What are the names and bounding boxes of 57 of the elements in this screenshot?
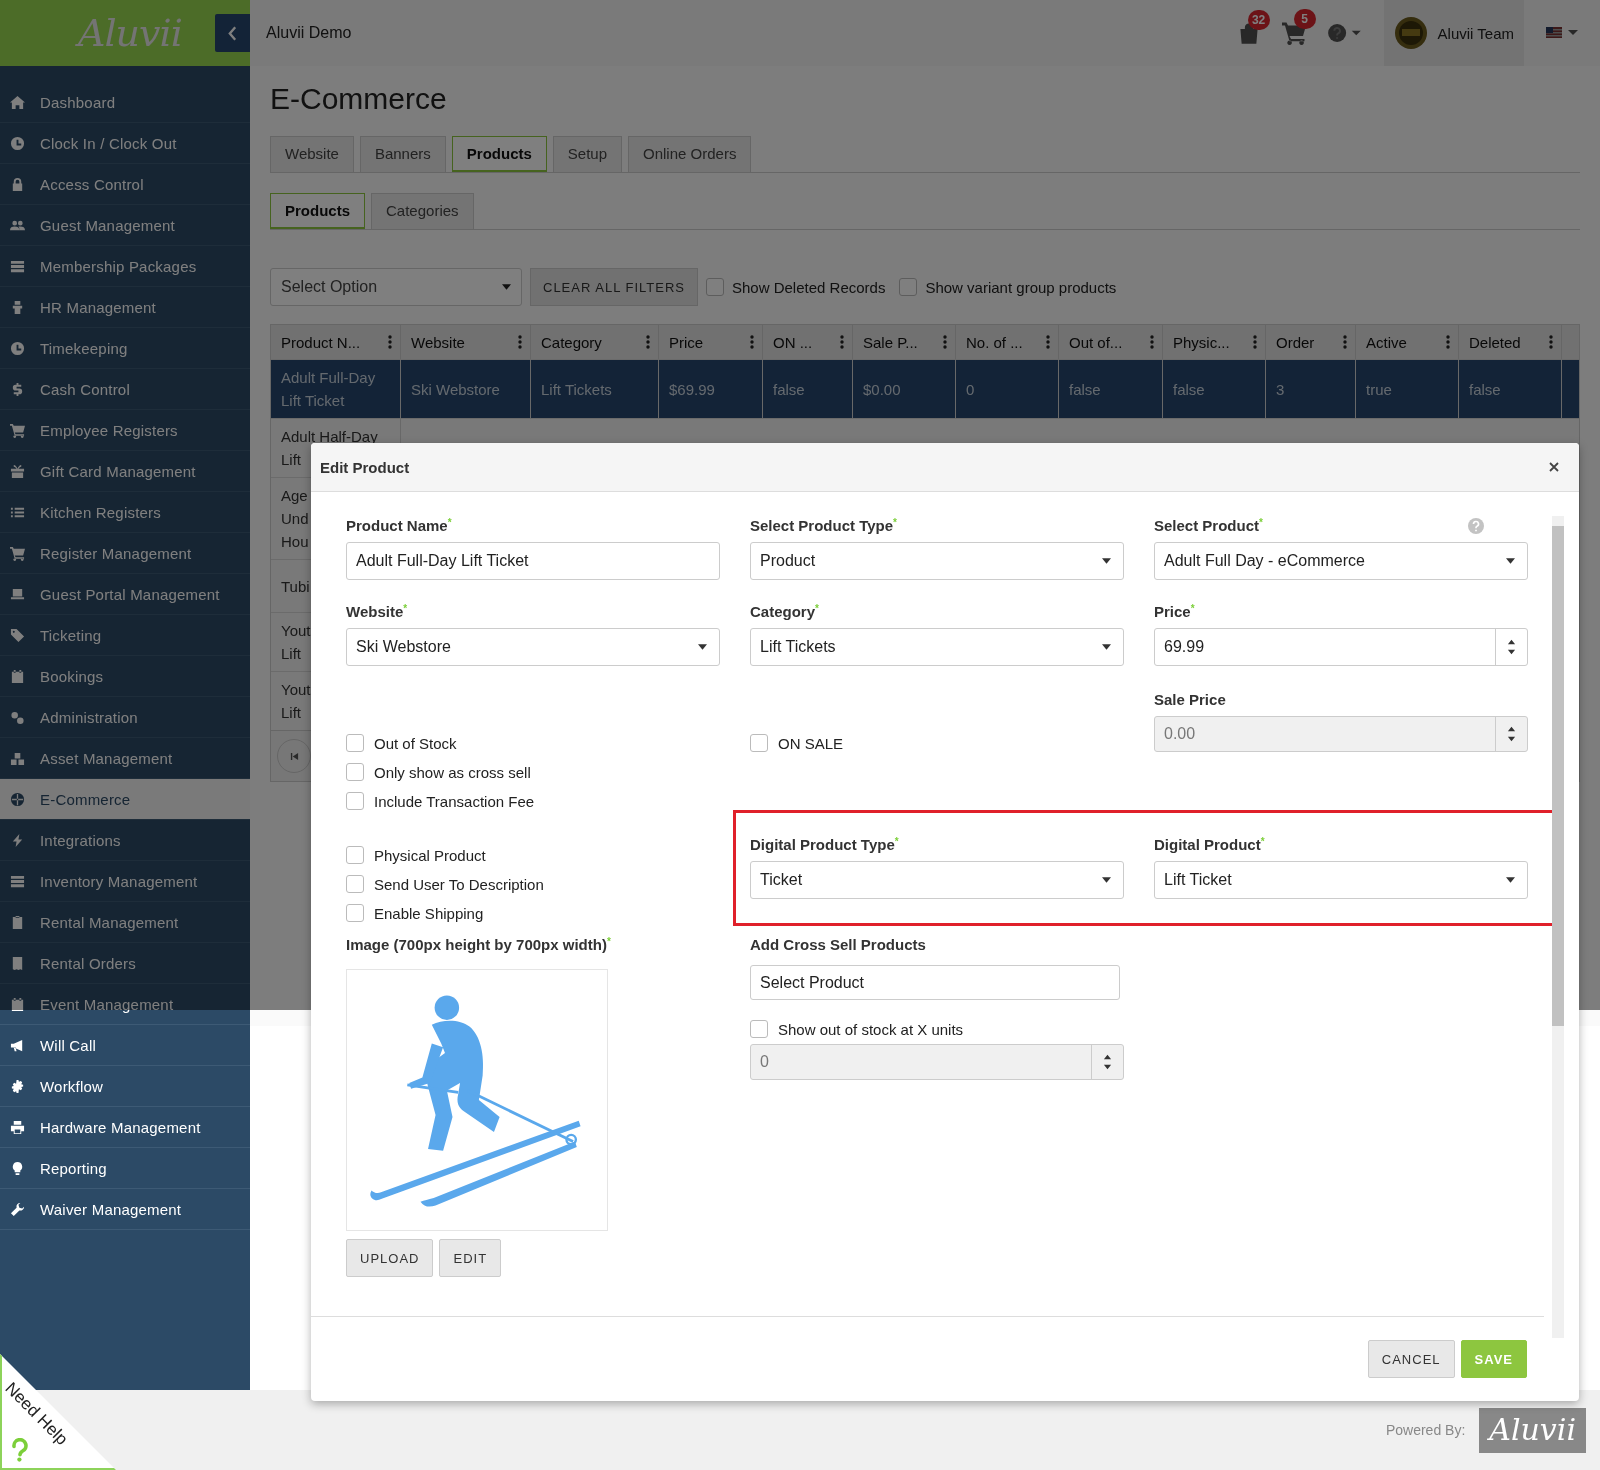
tab[interactable]: Website <box>270 136 354 172</box>
field-label: Add Cross Sell Products <box>750 936 927 953</box>
checkbox-label: Show Deleted Records <box>732 278 886 296</box>
filter-dropdown[interactable]: Select Option <box>270 268 522 306</box>
dropdown[interactable]: Lift Ticket <box>1154 861 1528 899</box>
tab[interactable]: Products <box>451 136 547 172</box>
dropdown[interactable]: Ski Webstore <box>346 628 720 666</box>
field-label: Sale Price <box>1154 691 1226 708</box>
dropdown[interactable]: Adult Full Day - eCommerce <box>1154 542 1528 580</box>
cancel-button[interactable]: CANCEL <box>1367 1340 1455 1378</box>
field-label: Digital Product$^{*}$ <box>1154 836 1265 853</box>
image-button[interactable]: UPLOAD <box>346 1239 434 1277</box>
text-field[interactable]: Adult Full-Day Lift Ticket <box>346 542 720 580</box>
app-title: Aluvii Demo <box>266 24 352 42</box>
product-search-field[interactable]: Select Product <box>750 965 1120 1000</box>
checkbox-label: Send User To Description <box>374 875 544 893</box>
number-field[interactable]: 69.99 <box>1154 628 1528 666</box>
field-label: Image (700px height by 700px width)$^{*}$ <box>346 936 612 953</box>
tab[interactable]: Online Orders <box>628 136 752 172</box>
checkbox-label: Physical Product <box>374 846 486 864</box>
tab[interactable]: Setup <box>552 136 622 172</box>
powered-by-label: Powered By: <box>1385 1422 1466 1438</box>
field-label: Select Product Type$^{*}$ <box>750 517 897 534</box>
sidebar-item[interactable]: Bookings <box>0 656 250 697</box>
sidebar-item[interactable]: Timekeeping <box>0 328 250 369</box>
sidebar-item[interactable]: Clock In / Clock Out <box>0 123 250 164</box>
sidebar-item[interactable]: Membership Packages <box>0 246 250 287</box>
tab[interactable]: Categories <box>371 193 474 229</box>
page-title: E-Commerce <box>270 82 448 116</box>
sidebar-item[interactable]: Event Management <box>0 984 250 1025</box>
checkbox-label: Enable Shipping <box>374 904 484 922</box>
user-menu[interactable]: Aluvii Team <box>1383 0 1524 66</box>
field-label: Select Product$^{*}$ <box>1154 517 1263 534</box>
count-badge: 32 <box>1247 10 1270 30</box>
checkbox-label: Show variant group products <box>925 278 1117 296</box>
checkbox-label: Show out of stock at X units <box>778 1020 964 1038</box>
sidebar-item[interactable]: E-Commerce <box>0 779 250 820</box>
field-label: Digital Product Type$^{*}$ <box>750 836 899 853</box>
clear-filters-button[interactable]: CLEAR ALL FILTERS <box>530 268 698 306</box>
checkbox-label: ON SALE <box>778 734 844 752</box>
table-row[interactable]: Adult Full-Day Lift Ticket Ski Webstore Lift Tickets $69.99 false $0.00 0 false false 3 true false <box>271 359 1579 418</box>
image-button[interactable]: EDIT <box>439 1239 502 1277</box>
footer-logo: Aluvii <box>1479 1407 1586 1453</box>
dropdown[interactable]: Product <box>750 542 1124 580</box>
sidebar-item[interactable]: Inventory Management <box>0 861 250 902</box>
field-label: Category$^{*}$ <box>750 603 819 620</box>
checkbox-label: Out of Stock <box>374 734 457 752</box>
checkbox-label: Only show as cross sell <box>374 763 531 781</box>
save-button[interactable]: SAVE <box>1460 1340 1527 1378</box>
dropdown[interactable]: Ticket <box>750 861 1124 899</box>
count-badge: 5 <box>1293 9 1316 29</box>
dropdown[interactable]: Lift Tickets <box>750 628 1124 666</box>
checkbox-label: Include Transaction Fee <box>374 792 535 810</box>
sidebar-item[interactable]: Gift Card Management <box>0 451 250 492</box>
field-label: Price$^{*}$ <box>1154 603 1195 620</box>
tab[interactable]: Products <box>270 193 365 229</box>
tab[interactable]: Banners <box>359 136 446 172</box>
